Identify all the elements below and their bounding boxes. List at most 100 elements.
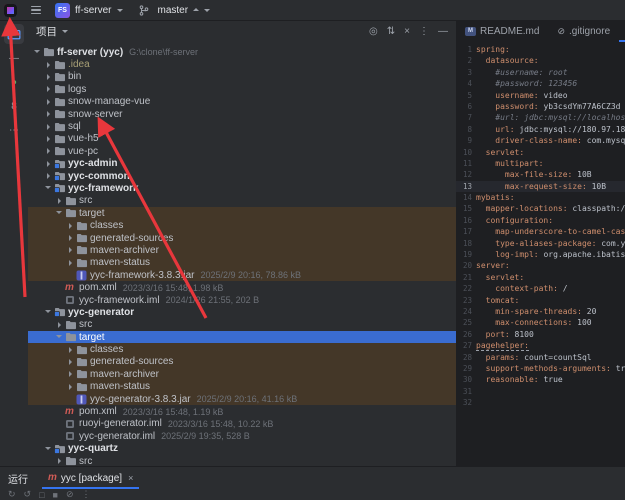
- editor-line-25[interactable]: 25 max-connections: 100: [456, 317, 625, 328]
- tree-item--idea[interactable]: .idea: [28, 58, 456, 70]
- chevron-collapsed-icon[interactable]: [45, 148, 54, 154]
- tree-item-sql[interactable]: sql: [28, 120, 456, 132]
- editor-line-29[interactable]: 29 support-methods-arguments: true: [456, 363, 625, 374]
- tree-item-yyc-generator-3-8-3-jar[interactable]: yyc-generator-3.8.3.jar2025/2/9 20:16, 4…: [28, 393, 456, 405]
- chevron-collapsed-icon[interactable]: [45, 86, 54, 92]
- project-badge[interactable]: FS: [55, 3, 70, 18]
- tree-item-maven-status[interactable]: maven-status: [28, 381, 456, 393]
- tree-item-vue-pc[interactable]: vue-pc: [28, 145, 456, 157]
- tree-item-src[interactable]: src: [28, 195, 456, 207]
- editor-line-18[interactable]: 18 type-aliases-package: com.yyc: [456, 238, 625, 249]
- editor-line-15[interactable]: 15 mapper-locations: classpath:/ma: [456, 203, 625, 214]
- branch-selector[interactable]: master: [139, 5, 211, 16]
- chevron-expanded-icon[interactable]: [56, 209, 65, 217]
- editor-line-19[interactable]: 19 log-impl: org.apache.ibatis.l: [456, 249, 625, 260]
- chevron-expanded-icon[interactable]: [45, 445, 54, 453]
- chevron-collapsed-icon[interactable]: [67, 247, 76, 253]
- tree-item-classes[interactable]: classes: [28, 343, 456, 355]
- close-icon[interactable]: ×: [128, 473, 133, 483]
- chevron-collapsed-icon[interactable]: [67, 260, 76, 266]
- editor-line-2[interactable]: 2 datasource:: [456, 55, 625, 66]
- editor-line-13[interactable]: 13 max-request-size: 10B: [456, 181, 625, 192]
- tree-item-generated-sources[interactable]: generated-sources: [28, 356, 456, 368]
- editor-line-7[interactable]: 7 #url: jdbc:mysql://localhost: [456, 112, 625, 123]
- tree-item-pom-xml[interactable]: mpom.xml2023/3/16 15:48, 1.19 kB: [28, 405, 456, 417]
- hide-panel-icon[interactable]: —: [438, 26, 448, 37]
- chevron-expanded-icon[interactable]: [56, 333, 65, 341]
- editor-line-31[interactable]: 31: [456, 386, 625, 397]
- chevron-collapsed-icon[interactable]: [45, 161, 54, 167]
- stop-icon[interactable]: ■: [53, 490, 58, 500]
- chevron-collapsed-icon[interactable]: [67, 347, 76, 353]
- locate-file-icon[interactable]: ◎: [369, 26, 378, 37]
- project-selector[interactable]: ff-server: [75, 5, 112, 16]
- run-toolwindow-title[interactable]: 运行: [8, 471, 28, 486]
- editor-line-4[interactable]: 4 #password: 123456: [456, 78, 625, 89]
- editor-line-3[interactable]: 3 #username: root: [456, 67, 625, 78]
- editor-line-21[interactable]: 21 servlet:: [456, 272, 625, 283]
- chevron-collapsed-icon[interactable]: [56, 198, 65, 204]
- chevron-collapsed-icon[interactable]: [56, 458, 65, 464]
- editor-line-1[interactable]: 1spring:: [456, 44, 625, 55]
- editor-line-27[interactable]: 27pagehelper:: [456, 340, 625, 351]
- tree-item-ruoyi-generator-iml[interactable]: ruoyi-generator.iml2023/3/16 15:48, 10.2…: [28, 418, 456, 430]
- chevron-collapsed-icon[interactable]: [67, 235, 76, 241]
- chevron-collapsed-icon[interactable]: [45, 99, 54, 105]
- editor-line-10[interactable]: 10 servlet:: [456, 147, 625, 158]
- status-dot-icon[interactable]: ●: [4, 72, 24, 92]
- expand-collapse-icon[interactable]: ⇅: [387, 26, 395, 37]
- editor-line-14[interactable]: 14mybatis:: [456, 192, 625, 203]
- tree-item-yyc-framework-3-8-3-jar[interactable]: yyc-framework-3.8.3.jar2025/2/9 20:16, 7…: [28, 269, 456, 281]
- editor-line-5[interactable]: 5 username: video: [456, 90, 625, 101]
- chevron-collapsed-icon[interactable]: [67, 359, 76, 365]
- tree-item-logs[interactable]: logs: [28, 83, 456, 95]
- tree-item-yyc-admin[interactable]: yyc-admin: [28, 158, 456, 170]
- structure-icon[interactable]: 8: [4, 96, 24, 116]
- restart-icon[interactable]: ↺: [24, 489, 32, 500]
- chevron-collapsed-icon[interactable]: [45, 124, 54, 130]
- chevron-collapsed-icon[interactable]: [56, 322, 65, 328]
- editor-line-12[interactable]: 12 max-file-size: 10B: [456, 169, 625, 180]
- chevron-collapsed-icon[interactable]: [67, 371, 76, 377]
- main-menu-icon[interactable]: [31, 6, 41, 14]
- project-tool-icon[interactable]: [4, 24, 24, 44]
- tree-item-maven-status[interactable]: maven-status: [28, 257, 456, 269]
- chevron-collapsed-icon[interactable]: [45, 136, 54, 142]
- editor-line-17[interactable]: 17 map-underscore-to-camel-case: [456, 226, 625, 237]
- editor-tab--gitignore[interactable]: ⊘.gitignore: [548, 20, 619, 42]
- chevron-expanded-icon[interactable]: [45, 184, 54, 192]
- editor-line-11[interactable]: 11 multipart:: [456, 158, 625, 169]
- editor-line-23[interactable]: 23 tomcat:: [456, 295, 625, 306]
- chevron-collapsed-icon[interactable]: [45, 62, 54, 68]
- editor-line-26[interactable]: 26 port: 8100: [456, 329, 625, 340]
- more-tools-icon[interactable]: ⋯: [4, 120, 24, 140]
- editor-line-32[interactable]: 32: [456, 397, 625, 408]
- editor-line-8[interactable]: 8 url: jdbc:mysql://180.97.189: [456, 124, 625, 135]
- editor-line-6[interactable]: 6 password: yb3csdYm77A6CZ3d: [456, 101, 625, 112]
- editor-line-16[interactable]: 16 configuration:: [456, 215, 625, 226]
- editor-line-22[interactable]: 22 context-path: /: [456, 283, 625, 294]
- tree-item-generated-sources[interactable]: generated-sources: [28, 232, 456, 244]
- chevron-collapsed-icon[interactable]: [45, 111, 54, 117]
- editor-tab-applica[interactable]: applica: [619, 20, 625, 42]
- editor-line-24[interactable]: 24 min-spare-threads: 20: [456, 306, 625, 317]
- tree-item-maven-archiver[interactable]: maven-archiver: [28, 368, 456, 380]
- tree-item-target[interactable]: target: [28, 207, 456, 219]
- editor-tab-readme-md[interactable]: MREADME.md: [456, 20, 548, 42]
- tree-item-snow-server[interactable]: snow-server: [28, 108, 456, 120]
- editor-content[interactable]: 1spring:2 datasource:3 #username: root4 …: [456, 42, 625, 409]
- editor-line-28[interactable]: 28 params: count=countSql: [456, 352, 625, 363]
- chevron-expanded-icon[interactable]: [34, 48, 43, 56]
- tree-item-classes[interactable]: classes: [28, 219, 456, 231]
- tree-item-yyc-quartz[interactable]: yyc-quartz: [28, 443, 456, 455]
- run-tab-yyc-package[interactable]: m yyc [package] ×: [42, 467, 139, 489]
- more-options-icon[interactable]: ⋮: [419, 26, 429, 37]
- more-run-options-icon[interactable]: ⋮: [82, 489, 91, 500]
- tree-item-pom-xml[interactable]: mpom.xml2023/3/16 15:48, 1.98 kB: [28, 281, 456, 293]
- tree-item-bin[interactable]: bin: [28, 71, 456, 83]
- tree-item-maven-archiver[interactable]: maven-archiver: [28, 244, 456, 256]
- tree-item-yyc-common[interactable]: yyc-common: [28, 170, 456, 182]
- editor-line-30[interactable]: 30 reasonable: true: [456, 374, 625, 385]
- chevron-collapsed-icon[interactable]: [67, 223, 76, 229]
- chevron-expanded-icon[interactable]: [45, 308, 54, 316]
